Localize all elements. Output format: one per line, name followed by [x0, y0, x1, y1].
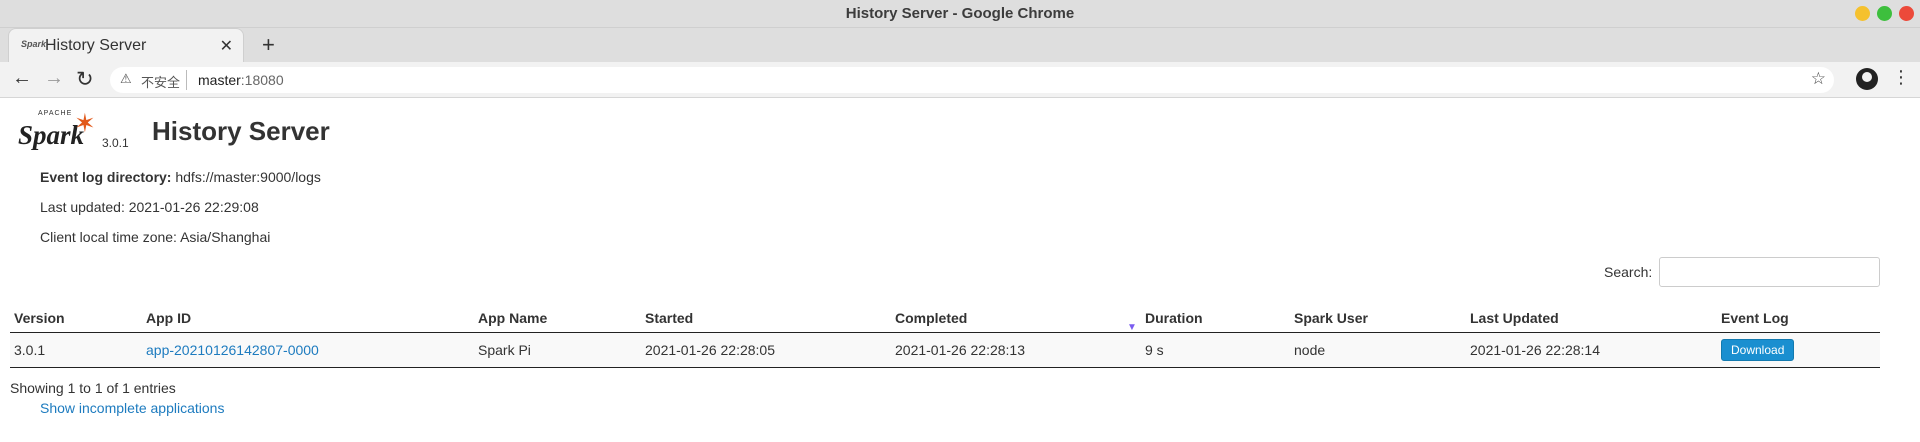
- spark-star-icon: ✶: [74, 108, 96, 138]
- url-port: :18080: [240, 72, 284, 88]
- bookmark-star-icon[interactable]: ☆: [1811, 69, 1826, 89]
- cell-last-updated: 2021-01-26 22:28:14: [1466, 332, 1717, 368]
- insecure-label: 不安全: [141, 75, 181, 90]
- header-app-id[interactable]: App ID: [142, 300, 474, 333]
- header-duration-label: Duration: [1145, 309, 1203, 326]
- spark-favicon-icon: Spark: [21, 39, 47, 49]
- cell-version: 3.0.1: [10, 332, 142, 368]
- page-title: History Server: [152, 116, 330, 146]
- last-updated: Last updated: 2021-01-26 22:29:08: [40, 199, 259, 215]
- url-text[interactable]: master:18080: [198, 72, 284, 88]
- cell-app-id: app-20210126142807-0000: [142, 332, 474, 368]
- sort-desc-icon: ▼: [1127, 322, 1137, 333]
- tab-title: History Server: [45, 37, 147, 54]
- applications-table: Version App ID App Name Started Complete…: [10, 300, 1880, 368]
- reload-icon[interactable]: ↻: [76, 67, 94, 92]
- logo-apache: APACHE: [38, 110, 73, 117]
- table-row: 3.0.1 app-20210126142807-0000 Spark Pi 2…: [10, 332, 1880, 368]
- spark-logo[interactable]: APACHE Spark ✶: [18, 108, 98, 156]
- header-duration[interactable]: ▼ Duration: [1127, 300, 1290, 333]
- maximize-button[interactable]: [1877, 6, 1892, 21]
- tab-history-server[interactable]: Spark History Server ✕: [8, 28, 244, 62]
- address-bar[interactable]: ⚠ 不安全 master:18080 ☆: [110, 67, 1834, 93]
- download-button[interactable]: Download: [1721, 338, 1795, 361]
- back-arrow-icon[interactable]: ←: [12, 67, 32, 90]
- new-tab-icon[interactable]: +: [262, 32, 275, 58]
- header-last-updated[interactable]: Last Updated: [1466, 300, 1717, 333]
- event-log-label: Event log directory:: [40, 169, 172, 185]
- search-input[interactable]: [1659, 257, 1880, 287]
- cell-duration: 9 s: [1141, 332, 1290, 368]
- client-timezone: Client local time zone: Asia/Shanghai: [40, 229, 271, 245]
- cell-app-name: Spark Pi: [474, 332, 641, 368]
- warning-icon: ⚠: [120, 71, 132, 86]
- header-version[interactable]: Version: [10, 300, 142, 333]
- url-host: master: [198, 72, 241, 88]
- cell-started: 2021-01-26 22:28:05: [641, 332, 891, 368]
- profile-avatar-icon[interactable]: [1856, 68, 1878, 90]
- app-id-link[interactable]: app-20210126142807-0000: [146, 342, 319, 358]
- show-incomplete-link[interactable]: Show incomplete applications: [40, 400, 224, 416]
- header-started[interactable]: Started: [641, 300, 891, 333]
- table-header-row: Version App ID App Name Started Complete…: [10, 300, 1880, 333]
- entries-info: Showing 1 to 1 of 1 entries: [10, 380, 176, 396]
- header-completed[interactable]: Completed: [891, 300, 1141, 333]
- tab-strip: Spark History Server ✕ +: [0, 28, 1920, 62]
- spark-version: 3.0.1: [102, 136, 129, 150]
- cell-spark-user: node: [1290, 332, 1466, 368]
- cell-event-log: Download: [1717, 332, 1880, 368]
- search-label: Search:: [1604, 264, 1653, 280]
- header-spark-user[interactable]: Spark User: [1290, 300, 1466, 333]
- event-log-value: hdfs://master:9000/logs: [171, 169, 321, 185]
- minimize-button[interactable]: [1855, 6, 1870, 21]
- close-window-button[interactable]: [1899, 6, 1914, 21]
- browser-toolbar: ← → ↻ ⚠ 不安全 master:18080 ☆ ⋮: [0, 62, 1920, 98]
- tab-close-icon[interactable]: ✕: [220, 36, 233, 56]
- window-title: History Server - Google Chrome: [845, 5, 1075, 22]
- kebab-menu-icon[interactable]: ⋮: [1892, 67, 1910, 88]
- address-divider: [186, 70, 187, 90]
- page-content: APACHE Spark ✶ 3.0.1 History Server Even…: [0, 98, 1920, 441]
- event-log-directory: Event log directory: hdfs://master:9000/…: [40, 169, 321, 185]
- header-app-name[interactable]: App Name: [474, 300, 641, 333]
- window-titlebar: History Server - Google Chrome: [0, 0, 1920, 28]
- cell-completed: 2021-01-26 22:28:13: [891, 332, 1141, 368]
- header-event-log[interactable]: Event Log: [1717, 300, 1880, 333]
- forward-arrow-icon[interactable]: →: [44, 67, 64, 90]
